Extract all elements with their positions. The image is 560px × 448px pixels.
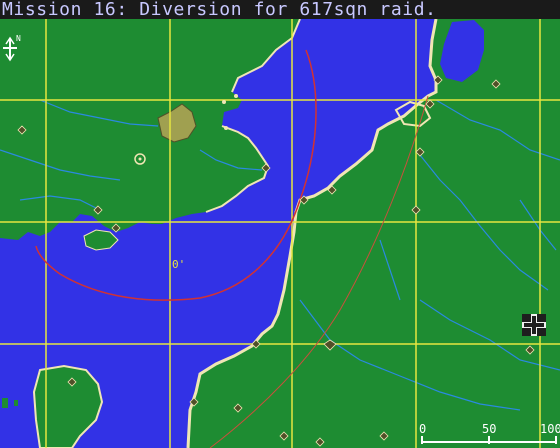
island (2, 398, 8, 408)
scale-tick-label: 50 (482, 422, 497, 436)
scale-tick-label: 0 (419, 422, 427, 436)
mission-title-bar: Mission 16: Diversion for 617sqn raid. (0, 0, 560, 19)
scale-tick-label: 100 (540, 422, 560, 436)
compass-label: N (16, 34, 21, 43)
unit-marker-icon: 0' (172, 258, 185, 271)
map-scale-bar: 0 50 100 (414, 418, 560, 448)
map-view[interactable]: 0' (0, 19, 560, 448)
island (14, 400, 18, 406)
mission-title: Mission 16: Diversion for 617sqn raid. (2, 0, 437, 20)
game-screen: 0' Mission 16: Diversion for 617sqn raid… (0, 0, 560, 448)
iron-cross-icon[interactable] (522, 314, 546, 336)
compass-north-icon: N (2, 34, 26, 62)
